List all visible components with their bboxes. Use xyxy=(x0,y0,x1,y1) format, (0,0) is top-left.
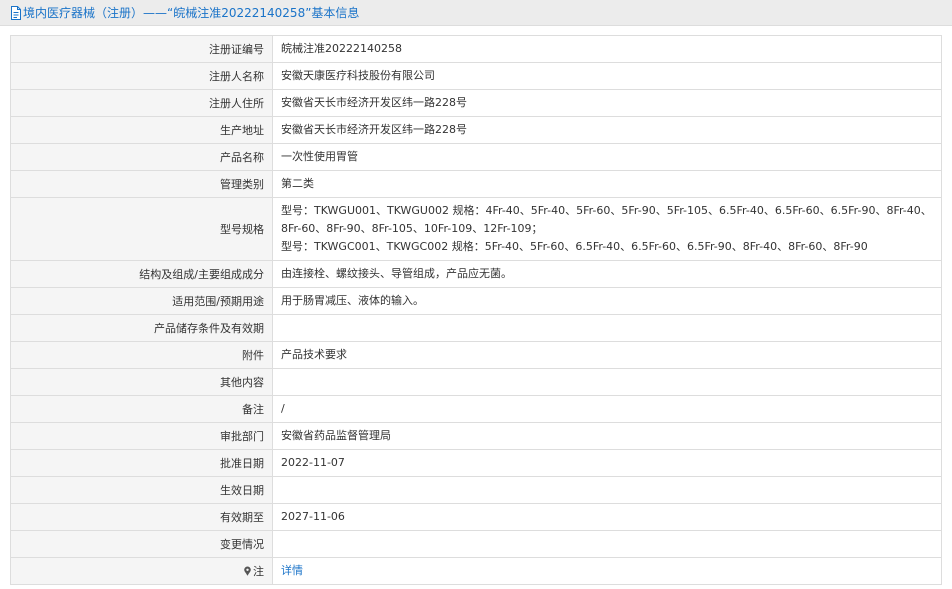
row-value: 由连接栓、螺纹接头、导管组成，产品应无菌。 xyxy=(272,260,942,288)
table-row: 结构及组成/主要组成成分 由连接栓、螺纹接头、导管组成，产品应无菌。 xyxy=(10,260,942,288)
row-label: 注册人名称 xyxy=(10,62,273,90)
row-value-note: 详情 xyxy=(272,557,942,585)
table-row: 注册人名称 安徽天康医疗科技股份有限公司 xyxy=(10,62,942,90)
table-row: 注 详情 xyxy=(10,557,942,585)
table-row: 注册人住所 安徽省天长市经济开发区纬一路228号 xyxy=(10,89,942,117)
row-label: 注册人住所 xyxy=(10,89,273,117)
document-icon xyxy=(10,5,22,20)
note-label: 注 xyxy=(253,565,264,578)
row-label: 其他内容 xyxy=(10,368,273,396)
row-label: 批准日期 xyxy=(10,449,273,477)
table-row: 审批部门 安徽省药品监督管理局 xyxy=(10,422,942,450)
row-value-model-spec: 型号：TKWGU001、TKWGU002 规格：4Fr-40、5Fr-40、5F… xyxy=(272,197,942,261)
row-value: / xyxy=(272,395,942,423)
table-row: 变更情况 xyxy=(10,530,942,558)
details-link[interactable]: 详情 xyxy=(281,564,303,577)
row-value: 安徽省天长市经济开发区纬一路228号 xyxy=(272,89,942,117)
table-row: 其他内容 xyxy=(10,368,942,396)
row-value: 第二类 xyxy=(272,170,942,198)
row-value: 皖械注准20222140258 xyxy=(272,35,942,63)
table-row: 型号规格 型号：TKWGU001、TKWGU002 规格：4Fr-40、5Fr-… xyxy=(10,197,942,261)
table-row: 产品名称 一次性使用胃管 xyxy=(10,143,942,171)
note-label-cell: 注 xyxy=(10,557,273,585)
info-table: 注册证编号 皖械注准20222140258 注册人名称 安徽天康医疗科技股份有限… xyxy=(10,35,942,585)
table-row: 批准日期 2022-11-07 xyxy=(10,449,942,477)
row-value: 安徽省药品监督管理局 xyxy=(272,422,942,450)
row-value xyxy=(272,314,942,342)
row-value xyxy=(272,476,942,504)
row-label: 产品名称 xyxy=(10,143,273,171)
row-label: 生效日期 xyxy=(10,476,273,504)
row-value xyxy=(272,368,942,396)
row-label: 生产地址 xyxy=(10,116,273,144)
table-row: 有效期至 2027-11-06 xyxy=(10,503,942,531)
row-label: 管理类别 xyxy=(10,170,273,198)
row-value: 安徽天康医疗科技股份有限公司 xyxy=(272,62,942,90)
row-label: 变更情况 xyxy=(10,530,273,558)
row-label: 注册证编号 xyxy=(10,35,273,63)
table-row: 附件 产品技术要求 xyxy=(10,341,942,369)
page-header: 境内医疗器械（注册）——“皖械注准20222140258”基本信息 xyxy=(0,0,952,26)
table-row: 生产地址 安徽省天长市经济开发区纬一路228号 xyxy=(10,116,942,144)
table-row: 管理类别 第二类 xyxy=(10,170,942,198)
row-value: 2022-11-07 xyxy=(272,449,942,477)
row-value: 一次性使用胃管 xyxy=(272,143,942,171)
table-row: 产品储存条件及有效期 xyxy=(10,314,942,342)
row-label: 备注 xyxy=(10,395,273,423)
row-label: 审批部门 xyxy=(10,422,273,450)
table-row: 适用范围/预期用途 用于肠胃减压、液体的输入。 xyxy=(10,287,942,315)
row-label: 有效期至 xyxy=(10,503,273,531)
table-row: 生效日期 xyxy=(10,476,942,504)
table-row: 备注 / xyxy=(10,395,942,423)
row-value xyxy=(272,530,942,558)
table-row: 注册证编号 皖械注准20222140258 xyxy=(10,35,942,63)
row-label: 适用范围/预期用途 xyxy=(10,287,273,315)
model-spec-line-1: 型号：TKWGU001、TKWGU002 规格：4Fr-40、5Fr-40、5F… xyxy=(281,204,932,235)
row-label: 结构及组成/主要组成成分 xyxy=(10,260,273,288)
model-spec-line-2: 型号：TKWGC001、TKWGC002 规格：5Fr-40、5Fr-60、6.… xyxy=(281,240,868,253)
row-value: 用于肠胃减压、液体的输入。 xyxy=(272,287,942,315)
row-label: 附件 xyxy=(10,341,273,369)
row-label: 产品储存条件及有效期 xyxy=(10,314,273,342)
pin-icon xyxy=(243,566,252,576)
row-value: 产品技术要求 xyxy=(272,341,942,369)
page-title: 境内医疗器械（注册）——“皖械注准20222140258”基本信息 xyxy=(23,6,360,20)
row-value: 2027-11-06 xyxy=(272,503,942,531)
row-label: 型号规格 xyxy=(10,197,273,261)
row-value: 安徽省天长市经济开发区纬一路228号 xyxy=(272,116,942,144)
